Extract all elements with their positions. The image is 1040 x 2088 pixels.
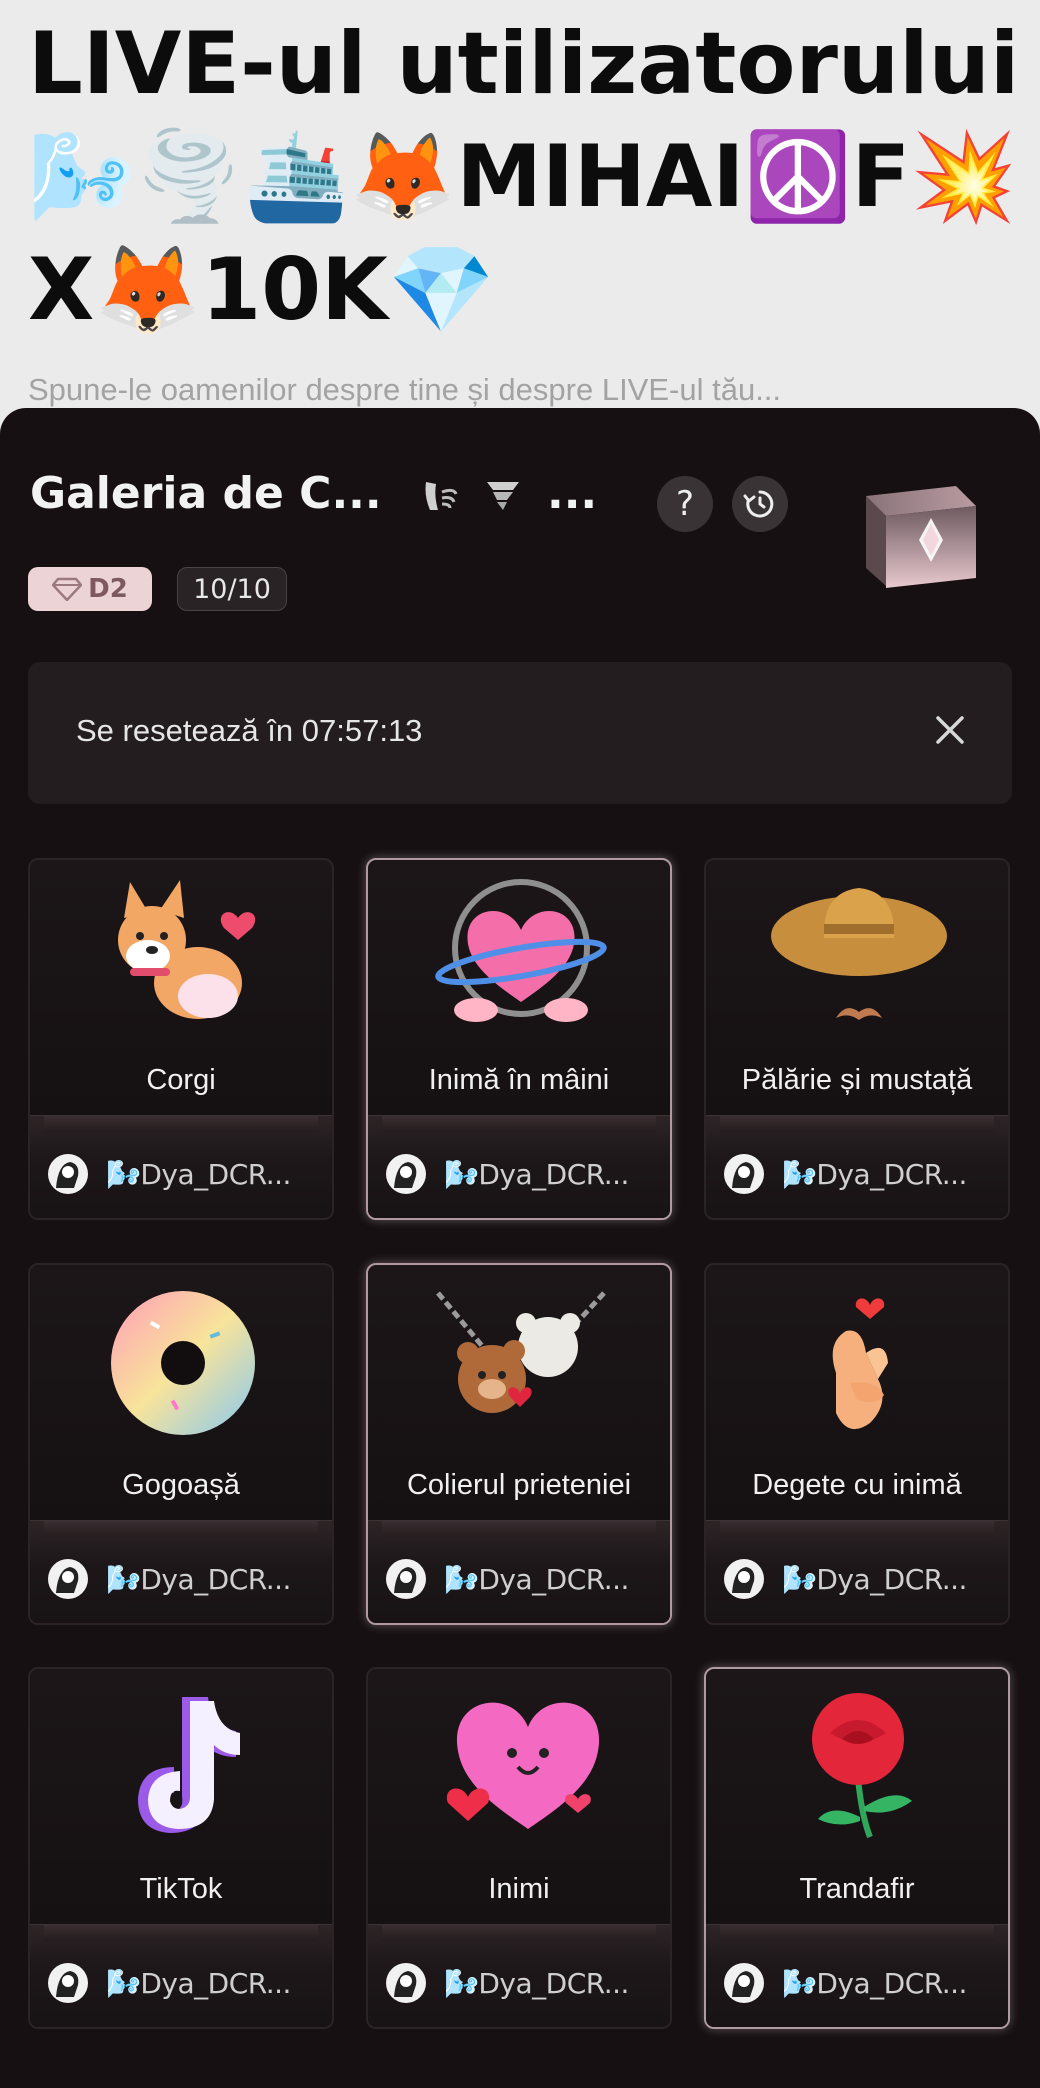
gift-card-rose[interactable]: Trandafir 🌬️Dya_DCR... — [704, 1667, 1010, 2029]
history-icon — [743, 490, 774, 518]
gift-card-hearts[interactable]: Inimi 🌬️Dya_DCR... — [366, 1667, 672, 2029]
tiktok-icon — [138, 1697, 240, 1833]
sender-username: 🌬️Dya_DCR... — [106, 1563, 291, 1596]
live-description-placeholder[interactable]: Spune-le oamenilor despre tine și despre… — [28, 372, 781, 408]
avatar — [48, 1559, 88, 1599]
reset-banner: Se resetează în 07:57:13 — [28, 662, 1012, 804]
sender-username: 🌬️Dya_DCR... — [782, 1158, 967, 1191]
gift-card-finger-heart[interactable]: Degete cu inimă 🌬️Dya_DCR... — [704, 1263, 1010, 1625]
gift-card-tiktok[interactable]: TikTok 🌬️Dya_DCR... — [28, 1667, 334, 2029]
sender-username: 🌬️Dya_DCR... — [444, 1563, 629, 1596]
live-title: LIVE-ul utilizatorului 🌬️🌪️🛳️🦊MIHAI☮️F💥X… — [28, 14, 1020, 340]
gift-card-friendship-necklace[interactable]: Colierul prieteniei 🌬️Dya_DCR... — [366, 1263, 672, 1625]
hearts-icon — [446, 1702, 600, 1829]
sender-username: 🌬️Dya_DCR... — [444, 1967, 629, 2000]
gift-sender-row: 🌬️Dya_DCR... — [706, 1924, 1008, 2027]
gift-name: Inimă în mâini — [428, 1064, 610, 1096]
gift-count-badge: 10/10 — [177, 567, 287, 611]
gift-sender-row: 🌬️Dya_DCR... — [368, 1924, 670, 2027]
sender-username: 🌬️Dya_DCR... — [782, 1967, 967, 2000]
sender-username: 🌬️Dya_DCR... — [444, 1158, 629, 1191]
hat-mustache-icon — [771, 888, 947, 1020]
gift-sender-row: 🌬️Dya_DCR... — [368, 1115, 670, 1218]
avatar — [386, 1154, 426, 1194]
gift-sender-row: 🌬️Dya_DCR... — [30, 1520, 332, 1623]
corgi-icon — [118, 880, 256, 1019]
avatar — [48, 1963, 88, 2003]
sender-username: 🌬️Dya_DCR... — [106, 1158, 291, 1191]
gift-name: Trandafir — [799, 1873, 915, 1905]
avatar — [724, 1154, 764, 1194]
gift-card-donut[interactable]: Gogoașă 🌬️Dya_DCR... — [28, 1263, 334, 1625]
sender-username: 🌬️Dya_DCR... — [106, 1967, 291, 2000]
reset-timer-text: Se resetează în 07:57:13 — [76, 713, 423, 748]
gift-sender-row: 🌬️Dya_DCR... — [368, 1520, 670, 1623]
sender-username: 🌬️Dya_DCR... — [782, 1563, 967, 1596]
gallery-title: Galeria de C... — [30, 468, 382, 519]
gift-name: Colierul prieteniei — [406, 1469, 632, 1501]
gift-name: Corgi — [146, 1064, 216, 1096]
gift-card-corgi[interactable]: Corgi 🌬️Dya_DCR... — [28, 858, 334, 1220]
gift-card-heart-in-hands[interactable]: Inimă în mâini 🌬️Dya_DCR... — [366, 858, 672, 1220]
gift-sender-row: 🌬️Dya_DCR... — [706, 1115, 1008, 1218]
question-mark-icon: ? — [675, 484, 695, 524]
avatar — [386, 1963, 426, 2003]
donut-icon — [111, 1291, 255, 1435]
gallery-title-ellipsis: ... — [547, 468, 598, 519]
gift-name: Pălărie și mustață — [741, 1064, 973, 1096]
gift-name: Inimi — [488, 1873, 550, 1905]
close-icon[interactable] — [930, 710, 970, 750]
tornado-icon — [487, 482, 519, 510]
gift-sender-row: 🌬️Dya_DCR... — [706, 1520, 1008, 1623]
face-blowing-icon — [425, 482, 458, 510]
gift-sender-row: 🌬️Dya_DCR... — [30, 1115, 332, 1218]
diamond-icon — [52, 577, 83, 601]
gift-name: Gogoașă — [122, 1469, 240, 1501]
avatar — [386, 1559, 426, 1599]
gift-card-hat-mustache[interactable]: Pălărie și mustață 🌬️Dya_DCR... — [704, 858, 1010, 1220]
gift-name: Degete cu inimă — [752, 1469, 962, 1501]
avatar — [724, 1963, 764, 2003]
friendship-necklace-icon — [436, 1291, 606, 1413]
help-button[interactable]: ? — [657, 476, 713, 532]
gallery-cube-icon[interactable] — [846, 466, 986, 596]
level-badge-label: D2 — [88, 574, 128, 604]
history-button[interactable] — [732, 476, 788, 532]
gift-name: TikTok — [139, 1873, 223, 1905]
gift-sender-row: 🌬️Dya_DCR... — [30, 1924, 332, 2027]
finger-heart-icon — [832, 1298, 888, 1430]
avatar — [724, 1559, 764, 1599]
level-badge: D2 — [28, 567, 152, 611]
heart-in-hands-icon — [435, 879, 607, 1022]
avatar — [48, 1154, 88, 1194]
rose-icon — [812, 1693, 912, 1839]
